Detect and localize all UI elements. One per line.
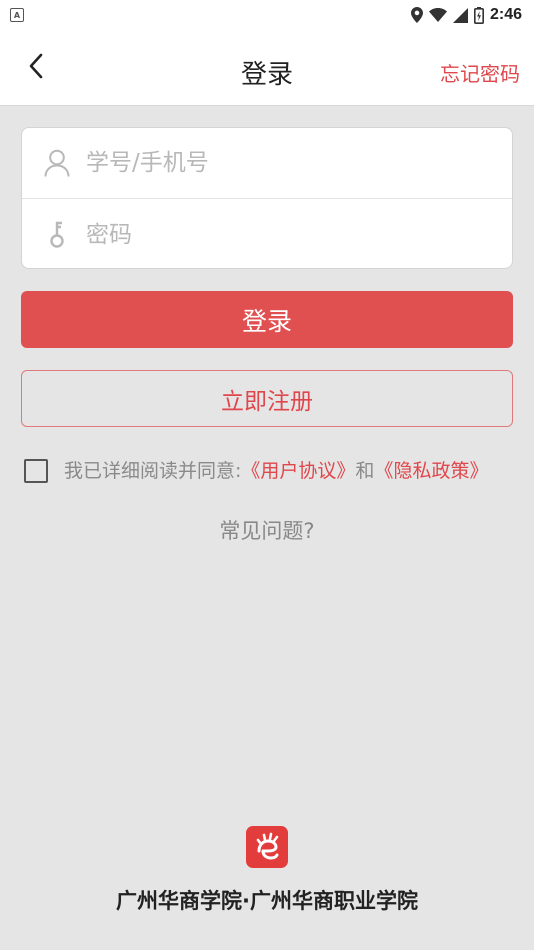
- username-input[interactable]: [86, 143, 466, 183]
- status-bar: A 2:46: [0, 0, 534, 30]
- key-icon: [42, 220, 72, 250]
- user-agreement-link[interactable]: 《用户协议》: [241, 460, 355, 482]
- agreement-checkbox[interactable]: [24, 459, 48, 483]
- register-button[interactable]: 立即注册: [21, 370, 513, 427]
- agreement-text: 我已详细阅读并同意:《用户协议》和《隐私政策》: [64, 458, 514, 484]
- agreement-conjunction: 和: [355, 460, 375, 482]
- wifi-icon: [428, 8, 447, 22]
- location-icon: [410, 7, 423, 23]
- school-logo-icon: [246, 826, 288, 868]
- app-header: 登录 忘记密码: [0, 30, 534, 106]
- password-input[interactable]: [86, 214, 466, 255]
- faq-link[interactable]: 常见问题?: [0, 515, 534, 545]
- notification-icon: A: [10, 8, 24, 22]
- agreement-prefix: 我已详细阅读并同意:: [64, 460, 242, 482]
- user-icon: [42, 148, 72, 178]
- login-button[interactable]: 登录: [21, 291, 513, 348]
- password-row: [22, 199, 512, 270]
- privacy-policy-link[interactable]: 《隐私政策》: [374, 460, 488, 482]
- login-form: [21, 127, 513, 269]
- status-icons: 2:46: [410, 6, 522, 24]
- battery-icon: [473, 6, 484, 24]
- signal-icon: [452, 7, 468, 23]
- username-row: [22, 128, 512, 199]
- forgot-password-link[interactable]: 忘记密码: [440, 58, 520, 87]
- footer-school-name: 广州华商学院·广州华商职业学院: [116, 889, 418, 913]
- status-time: 2:46: [489, 6, 522, 23]
